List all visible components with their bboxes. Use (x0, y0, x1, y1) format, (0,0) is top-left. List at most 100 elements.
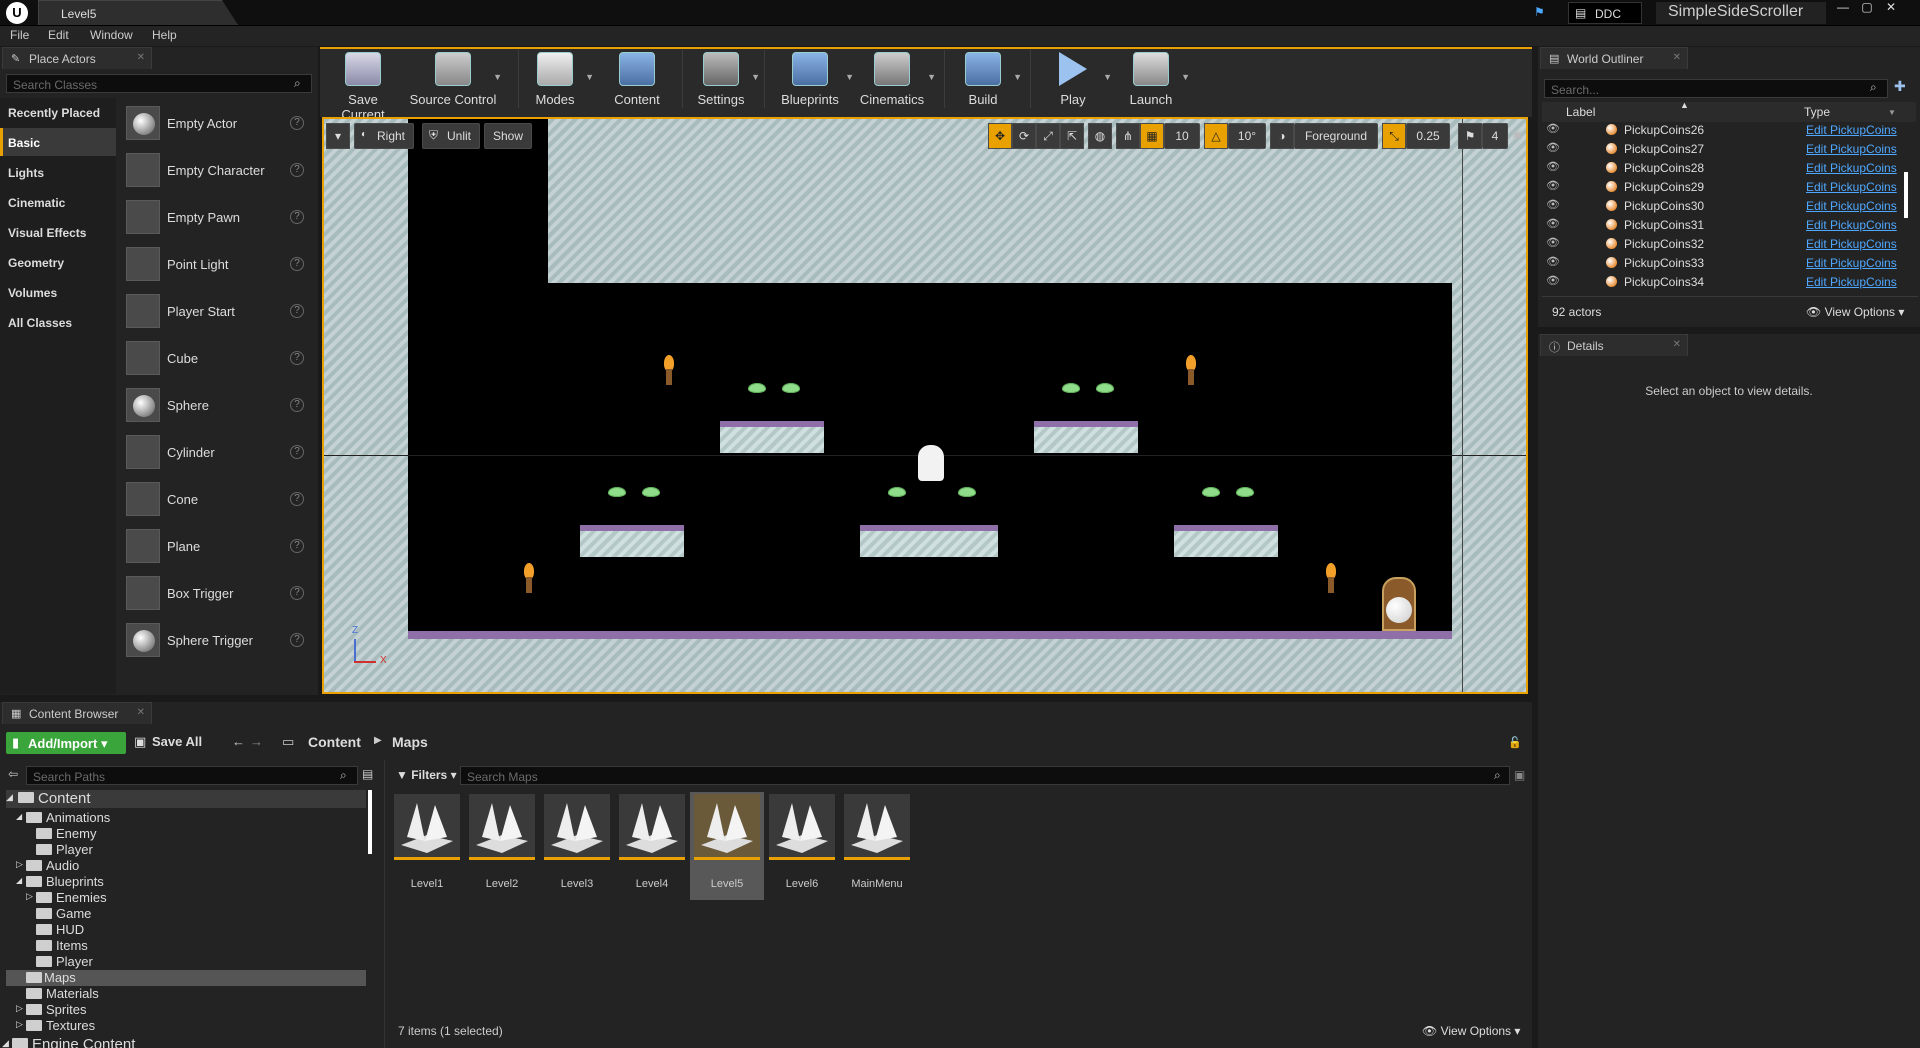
dropdown-arrow-icon[interactable]: ▼ (493, 72, 502, 82)
menu-help[interactable]: Help (152, 28, 177, 42)
breadcrumb-content[interactable]: Content (308, 734, 361, 750)
lock-icon[interactable]: 🔓 (1508, 736, 1522, 749)
collapse-arrow-icon[interactable]: ▷ (16, 1019, 23, 1030)
actor-sphere-trigger[interactable]: Sphere Trigger? (124, 617, 314, 663)
back-arrow-icon[interactable]: ← (232, 734, 245, 749)
outliner-search-input[interactable]: Search... (1544, 79, 1888, 98)
column-options-icon[interactable]: ▼ (1888, 108, 1896, 117)
source-control-button[interactable]: Source Control ▼ (408, 50, 502, 110)
visibility-eye-icon[interactable]: 👁 (1546, 179, 1560, 192)
tree-item-player-bp[interactable]: Player (0, 954, 368, 970)
layer-icon[interactable]: ◑ (1270, 123, 1294, 149)
tree-item-materials[interactable]: Materials (0, 986, 368, 1002)
add-import-button[interactable]: ▮ Add/Import ▾ (6, 732, 126, 754)
edit-type-link[interactable]: Edit PickupCoins (1806, 275, 1897, 289)
path-view-options-icon[interactable]: ▤ (362, 767, 373, 781)
expand-arrow-icon[interactable]: ◢ (2, 1038, 9, 1048)
scale-snap-icon[interactable]: ⤡ (1382, 123, 1406, 149)
search-paths-input[interactable]: Search Paths (26, 766, 358, 785)
outliner-row[interactable]: 👁 PickupCoins33 Edit PickupCoins (1542, 253, 1920, 272)
visibility-eye-icon[interactable]: 👁 (1546, 198, 1560, 211)
help-icon[interactable]: ? (290, 116, 304, 130)
tree-item-sprites[interactable]: ▷ Sprites (0, 1002, 368, 1018)
edit-type-link[interactable]: Edit PickupCoins (1806, 161, 1897, 175)
document-tab[interactable]: Level5 (38, 0, 238, 25)
camera-speed-icon[interactable]: ⚑ (1458, 123, 1482, 149)
camera-speed-value[interactable]: 4 (1482, 123, 1508, 149)
outliner-row[interactable]: 👁 PickupCoins26 Edit PickupCoins (1542, 120, 1920, 139)
dropdown-arrow-icon[interactable]: ▼ (927, 72, 936, 82)
torch[interactable] (1186, 355, 1196, 385)
actor-cylinder[interactable]: Cylinder? (124, 429, 314, 475)
scale-snap-value[interactable]: 0.25 (1406, 123, 1450, 149)
visibility-eye-icon[interactable]: 👁 (1546, 141, 1560, 154)
grid-snap-value[interactable]: 10 (1164, 123, 1200, 149)
tree-item-items[interactable]: Items (0, 938, 368, 954)
pickup-coin[interactable] (1236, 487, 1254, 497)
player-ball[interactable] (1386, 597, 1412, 623)
platform[interactable] (580, 525, 684, 557)
tree-item-game[interactable]: Game (0, 906, 368, 922)
world-outliner-tab[interactable]: ▤ World Outliner ✕ (1540, 47, 1688, 69)
lighting-unlit-button[interactable]: ⛨ Unlit (422, 123, 481, 149)
actor-point-light[interactable]: Point Light? (124, 241, 314, 287)
outliner-add-icon[interactable]: ✚ (1894, 78, 1906, 95)
actor-empty-pawn[interactable]: Empty Pawn? (124, 194, 314, 240)
category-lights[interactable]: Lights (0, 158, 116, 186)
edit-type-link[interactable]: Edit PickupCoins (1806, 237, 1897, 251)
pickup-coin[interactable] (1202, 487, 1220, 497)
category-volumes[interactable]: Volumes (0, 278, 116, 306)
surface-snap-icon[interactable]: ⋔ (1116, 123, 1140, 149)
layer-dropdown[interactable]: Foreground (1294, 123, 1378, 149)
visibility-eye-icon[interactable]: 👁 (1546, 160, 1560, 173)
outliner-row[interactable]: 👁 PickupCoins34 Edit PickupCoins (1542, 272, 1920, 291)
play-button[interactable]: Play ▼ (1038, 50, 1112, 110)
ddc-indicator[interactable]: ▤ DDC (1568, 2, 1642, 24)
category-cinematic[interactable]: Cinematic (0, 188, 116, 216)
outliner-view-options[interactable]: 👁 View Options ▾ (1806, 305, 1904, 319)
filters-button[interactable]: ▼ Filters ▾ (396, 768, 457, 782)
help-icon[interactable]: ? (290, 539, 304, 553)
actor-cube[interactable]: Cube? (124, 335, 314, 381)
pickup-coin[interactable] (782, 383, 800, 393)
edit-type-link[interactable]: Edit PickupCoins (1806, 142, 1897, 156)
outliner-row[interactable]: 👁 PickupCoins29 Edit PickupCoins (1542, 177, 1920, 196)
actor-cone[interactable]: Cone? (124, 476, 314, 522)
outliner-scrollbar[interactable] (1904, 172, 1908, 218)
rotation-snap-value[interactable]: 10° (1228, 123, 1266, 149)
torch[interactable] (524, 563, 534, 593)
dropdown-arrow-icon[interactable]: ▼ (1013, 72, 1022, 82)
search-maps-input[interactable]: Search Maps (460, 766, 1510, 785)
help-icon[interactable]: ? (290, 586, 304, 600)
save-all-button[interactable]: ▣ Save All (134, 734, 202, 749)
translate-mode-icon[interactable]: ✥ (988, 123, 1012, 149)
rotate-mode-icon[interactable]: ⟳ (1012, 123, 1036, 149)
actor-plane[interactable]: Plane? (124, 523, 314, 569)
edit-type-link[interactable]: Edit PickupCoins (1806, 180, 1897, 194)
settings-button[interactable]: Settings ▼ (686, 50, 760, 110)
tree-item-audio[interactable]: ▷ Audio (0, 858, 368, 874)
pickup-coin[interactable] (888, 487, 906, 497)
help-icon[interactable]: ? (290, 492, 304, 506)
actor-sphere[interactable]: Sphere? (124, 382, 314, 428)
category-recently-placed[interactable]: Recently Placed (0, 98, 116, 126)
world-space-icon[interactable]: ◍ (1088, 123, 1112, 149)
asset-tile[interactable]: Level2 (467, 792, 537, 900)
pickup-coin[interactable] (748, 383, 766, 393)
edit-type-link[interactable]: Edit PickupCoins (1806, 256, 1897, 270)
outliner-row[interactable]: 👁 PickupCoins32 Edit PickupCoins (1542, 234, 1920, 253)
outliner-row[interactable]: 👁 PickupCoins28 Edit PickupCoins (1542, 158, 1920, 177)
tree-item-hud[interactable]: HUD (0, 922, 368, 938)
platform[interactable] (720, 421, 824, 453)
grid-snap-icon[interactable]: ▦ (1140, 123, 1164, 149)
expand-arrow-icon[interactable]: ◢ (6, 792, 13, 803)
actor-box-trigger[interactable]: Box Trigger? (124, 570, 314, 616)
pickup-coin[interactable] (958, 487, 976, 497)
build-button[interactable]: Build ▼ (948, 50, 1022, 110)
help-icon[interactable]: ? (290, 398, 304, 412)
outliner-row[interactable]: 👁 PickupCoins31 Edit PickupCoins (1542, 215, 1920, 234)
toggle-sources-icon[interactable]: ⇦ (8, 767, 18, 781)
tree-item-enemy[interactable]: Enemy (0, 826, 368, 842)
pickup-coin[interactable] (642, 487, 660, 497)
pickup-coin[interactable] (1096, 383, 1114, 393)
